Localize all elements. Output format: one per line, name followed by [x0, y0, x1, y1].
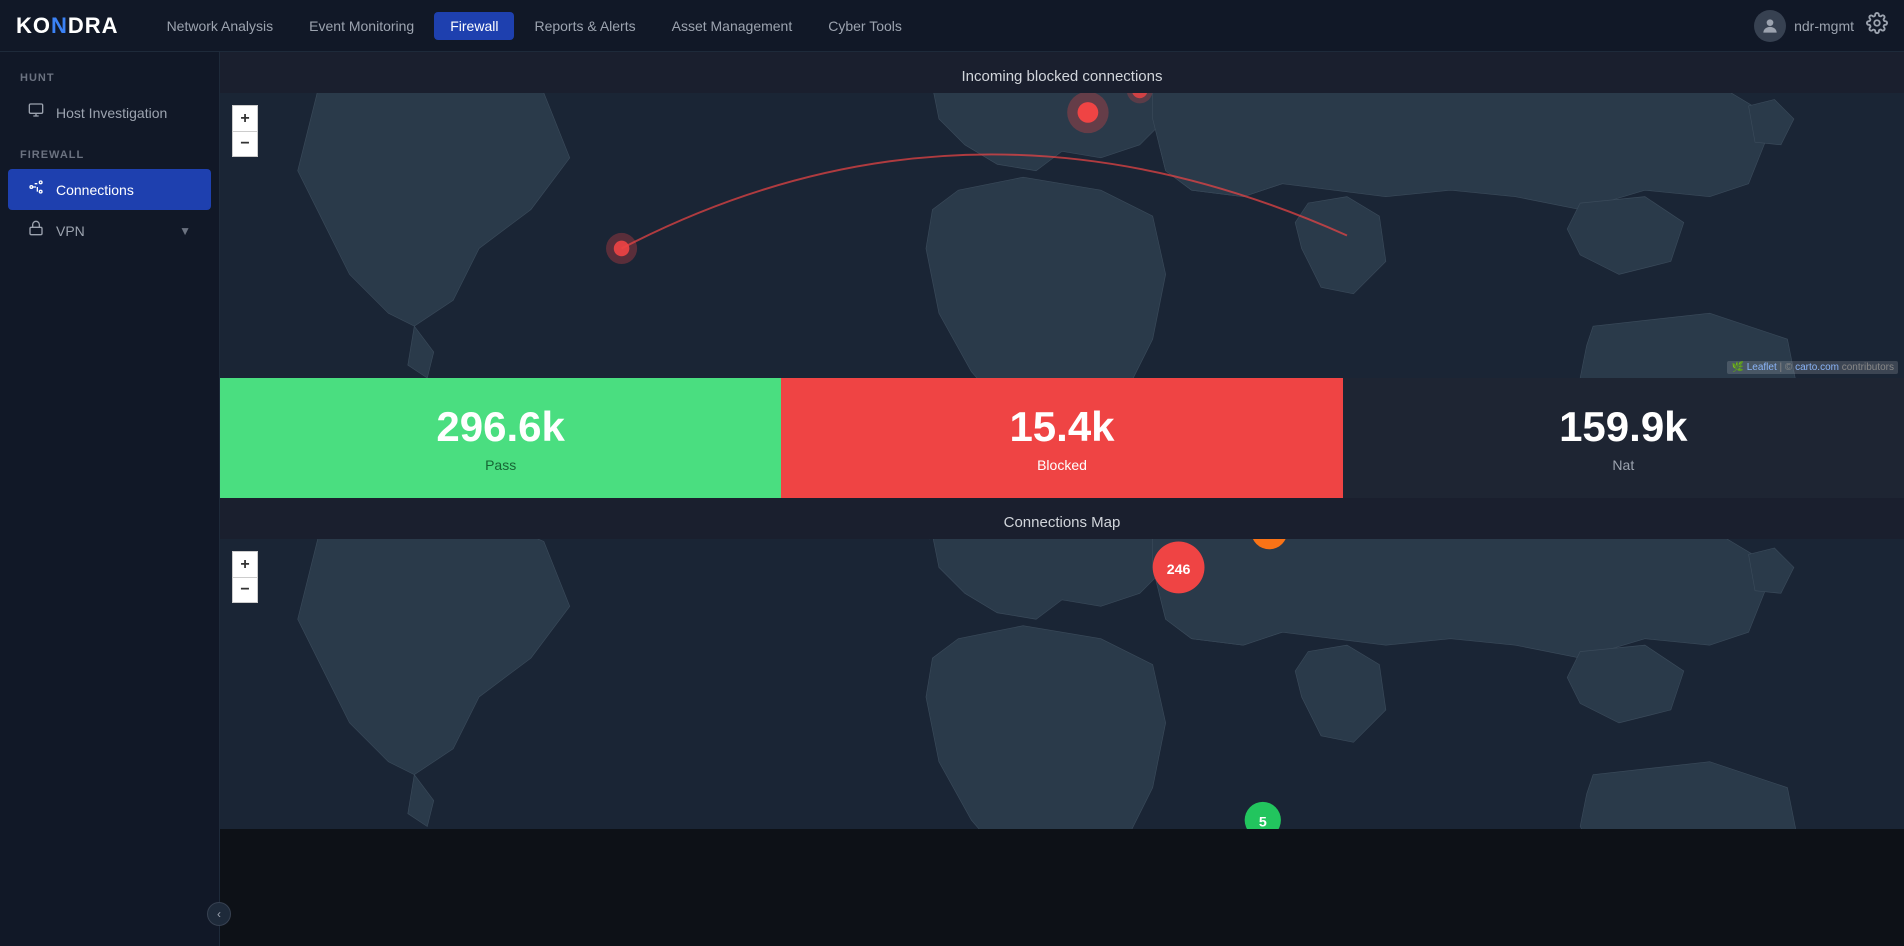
sidebar-item-vpn[interactable]: VPN ▼	[8, 210, 211, 251]
logo: KONDRA	[16, 13, 119, 39]
settings-icon[interactable]	[1866, 12, 1888, 40]
stat-pass-label: Pass	[485, 457, 516, 473]
sidebar-collapse-button[interactable]: ‹	[207, 902, 231, 926]
stat-nat-value: 159.9k	[1559, 403, 1687, 451]
connections-map-title: Connections Map	[220, 498, 1904, 539]
sidebar-item-connections[interactable]: Connections	[8, 169, 211, 210]
nav-items: Network Analysis Event Monitoring Firewa…	[151, 12, 1755, 40]
incoming-map-attribution: 🌿 Leaflet | © carto.com contributors	[1727, 361, 1898, 374]
stat-pass-value: 296.6k	[436, 403, 564, 451]
main-layout: HUNT Host Investigation FIREWALL Connect…	[0, 52, 1904, 946]
connections-map: 246 4 5 5 2	[220, 539, 1904, 829]
sidebar: HUNT Host Investigation FIREWALL Connect…	[0, 52, 220, 946]
stat-pass: 296.6k Pass	[220, 378, 781, 498]
svg-text:4: 4	[1265, 539, 1273, 542]
vpn-icon	[28, 220, 44, 241]
stat-blocked-label: Blocked	[1037, 457, 1087, 473]
sidebar-item-host-investigation-label: Host Investigation	[56, 105, 167, 121]
sidebar-section-hunt-label: HUNT	[0, 72, 219, 92]
incoming-blocked-section: Incoming blocked connections	[220, 52, 1904, 378]
nav-firewall[interactable]: Firewall	[434, 12, 514, 40]
sidebar-item-connections-label: Connections	[56, 182, 134, 198]
incoming-map-zoom-in[interactable]: +	[232, 105, 258, 131]
host-investigation-icon	[28, 102, 44, 123]
sidebar-item-vpn-label: VPN	[56, 223, 85, 239]
nav-reports-alerts[interactable]: Reports & Alerts	[518, 12, 651, 40]
connections-map-zoom-controls: + −	[232, 551, 258, 603]
connections-map-zoom-out[interactable]: −	[232, 577, 258, 603]
nav-event-monitoring[interactable]: Event Monitoring	[293, 12, 430, 40]
nav-cyber-tools[interactable]: Cyber Tools	[812, 12, 918, 40]
leaflet-link[interactable]: Leaflet	[1747, 362, 1777, 373]
sidebar-section-hunt: HUNT Host Investigation	[0, 72, 219, 133]
username: ndr-mgmt	[1794, 18, 1854, 34]
sidebar-section-firewall: FIREWALL Connections VPN ▼	[0, 149, 219, 251]
nav-right: ndr-mgmt	[1754, 10, 1888, 42]
chevron-down-icon: ▼	[179, 224, 191, 238]
stat-blocked-value: 15.4k	[1009, 403, 1114, 451]
incoming-blocked-map: + − 🌿 Leaflet | © carto.com contributors	[220, 93, 1904, 378]
nav-user: ndr-mgmt	[1754, 10, 1854, 42]
top-navigation: KONDRA Network Analysis Event Monitoring…	[0, 0, 1904, 52]
sidebar-item-host-investigation[interactable]: Host Investigation	[8, 92, 211, 133]
main-content: Incoming blocked connections	[220, 52, 1904, 946]
stat-nat: 159.9k Nat	[1343, 378, 1904, 498]
connections-icon	[28, 179, 44, 200]
svg-text:246: 246	[1167, 562, 1191, 578]
connections-world-map-svg: 246 4 5 5 2	[220, 539, 1904, 829]
incoming-map-zoom-out[interactable]: −	[232, 131, 258, 157]
connections-map-zoom-in[interactable]: +	[232, 551, 258, 577]
connections-map-section: Connections Map	[220, 498, 1904, 829]
svg-text:5: 5	[1259, 814, 1267, 829]
nav-network-analysis[interactable]: Network Analysis	[151, 12, 290, 40]
stat-blocked: 15.4k Blocked	[781, 378, 1342, 498]
incoming-blocked-title: Incoming blocked connections	[220, 52, 1904, 93]
stat-nat-label: Nat	[1612, 457, 1634, 473]
nav-asset-management[interactable]: Asset Management	[656, 12, 809, 40]
world-map-svg	[220, 93, 1904, 378]
incoming-map-zoom-controls: + −	[232, 105, 258, 157]
stats-row: 296.6k Pass 15.4k Blocked 159.9k Nat	[220, 378, 1904, 498]
avatar	[1754, 10, 1786, 42]
carto-link[interactable]: carto.com	[1795, 362, 1839, 373]
sidebar-section-firewall-label: FIREWALL	[0, 149, 219, 169]
